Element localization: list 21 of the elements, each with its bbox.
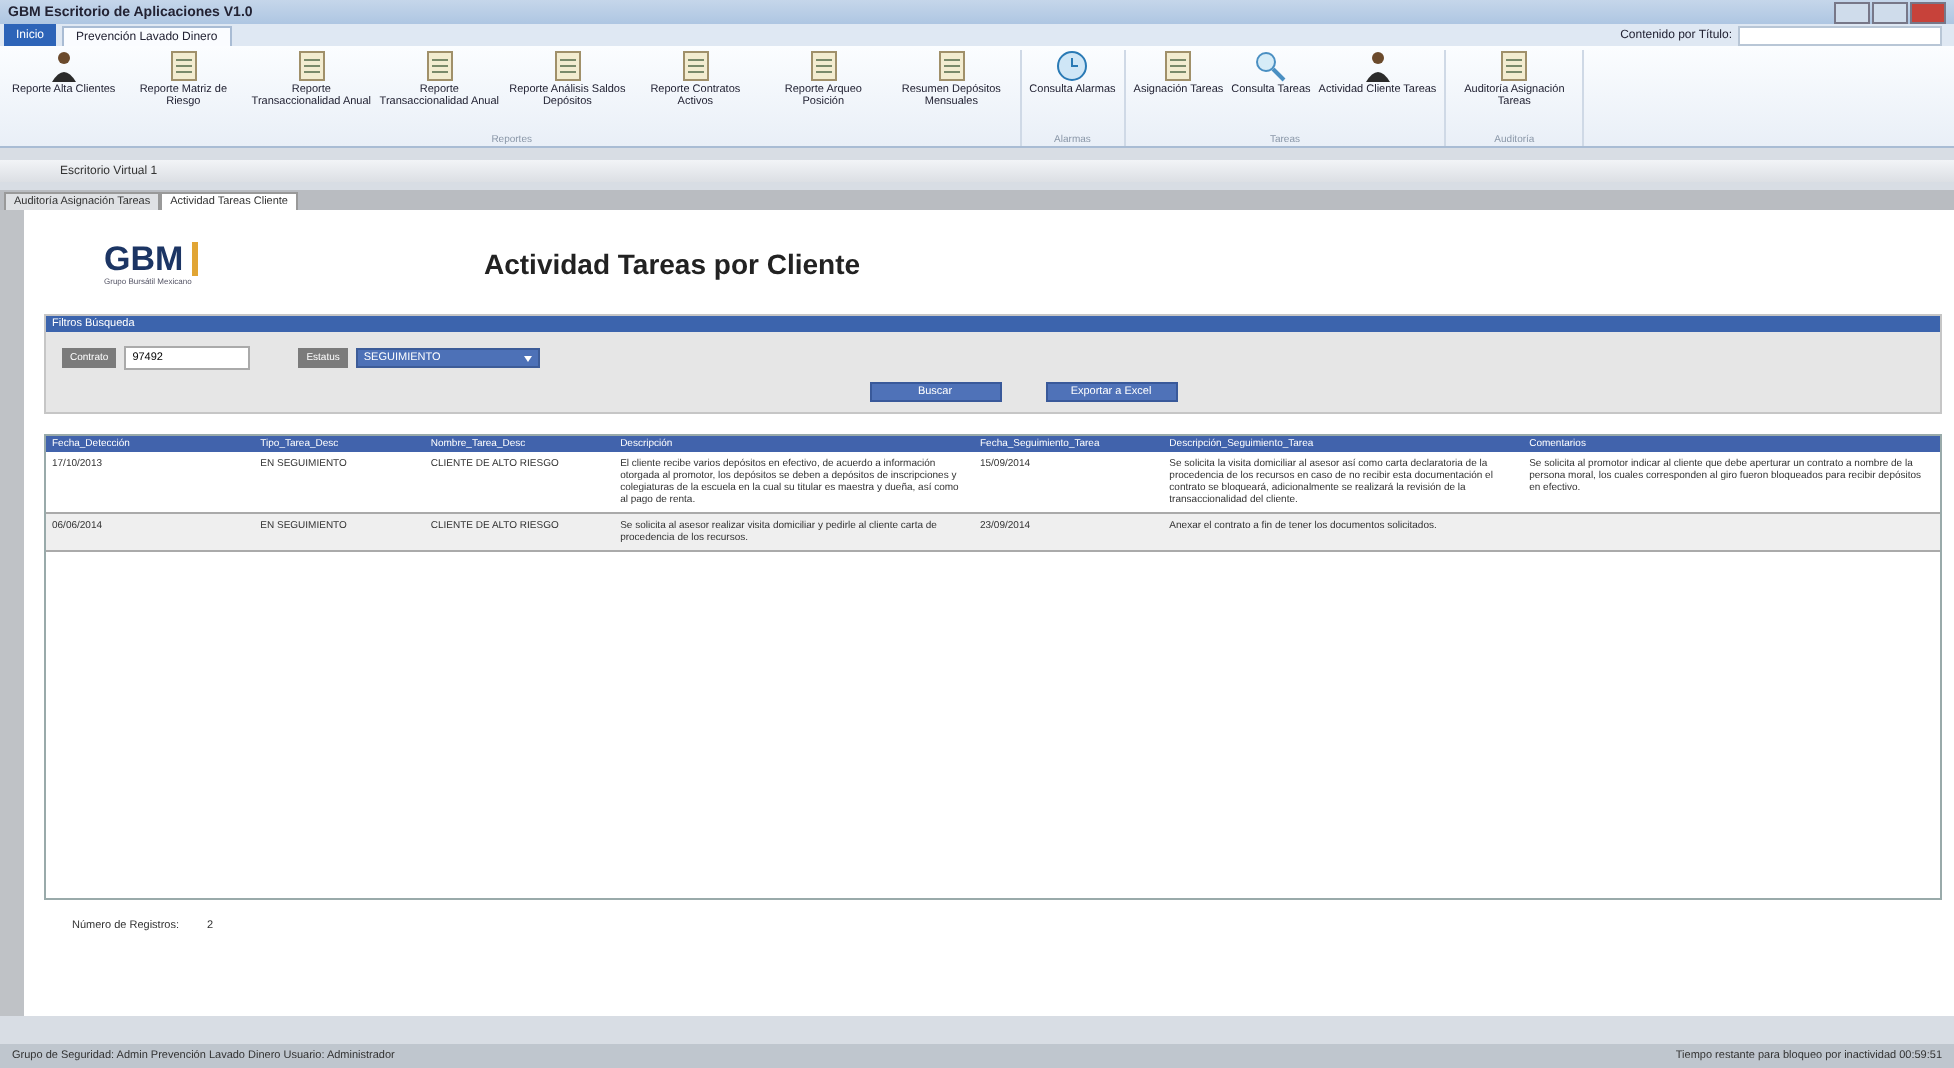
maximize-button[interactable]	[1872, 1, 1908, 23]
minimize-button[interactable]	[1834, 1, 1870, 23]
close-button[interactable]	[1910, 1, 1946, 23]
clock-icon	[1056, 50, 1089, 82]
report-icon	[297, 50, 326, 82]
report-icon	[169, 50, 198, 82]
search-icon	[1254, 50, 1287, 82]
report-icon	[937, 50, 966, 82]
logo: GBM	[104, 242, 198, 276]
report-icon	[425, 50, 454, 82]
person-icon	[1363, 50, 1392, 82]
person-icon	[49, 50, 78, 82]
table-row[interactable]	[46, 514, 1940, 552]
search-field[interactable]	[1738, 25, 1942, 45]
report-icon	[809, 50, 838, 82]
report-icon	[681, 50, 710, 82]
report-icon	[1164, 50, 1193, 82]
report-icon	[553, 50, 582, 82]
table-row[interactable]	[46, 452, 1940, 514]
page-title: Actividad Tareas por Cliente	[484, 248, 861, 280]
report-icon	[1500, 50, 1529, 82]
